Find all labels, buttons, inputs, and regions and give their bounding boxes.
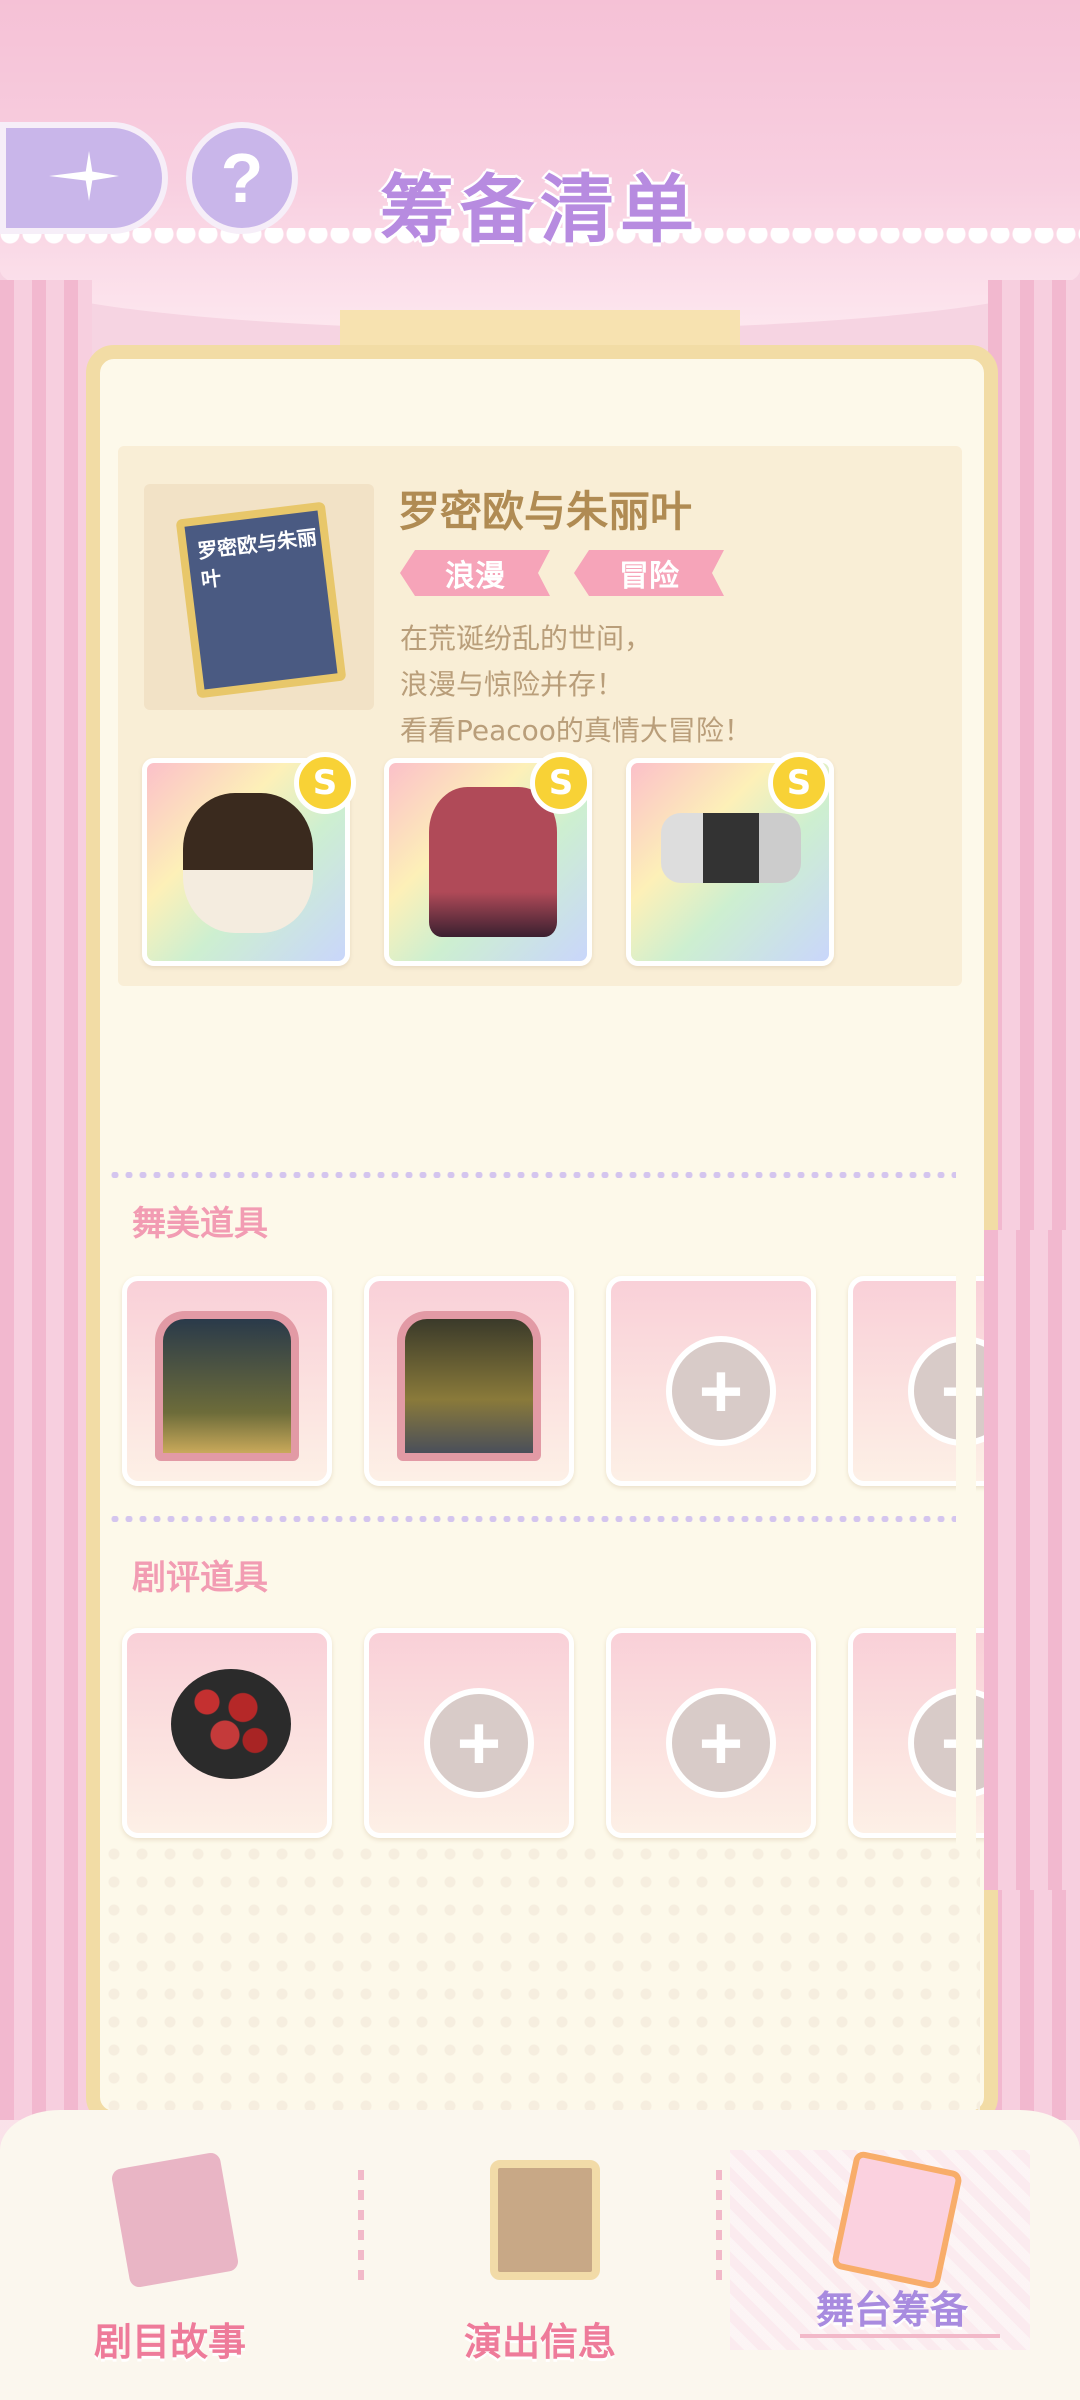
book-title: 罗密欧与朱丽叶: [196, 524, 319, 593]
tag-adventure: 冒险: [574, 550, 724, 596]
page-title: 筹备清单: [380, 167, 700, 253]
review-prop-add-slot[interactable]: +: [364, 1628, 574, 1838]
add-icon: +: [424, 1688, 534, 1798]
clipboard-icon: [830, 2149, 964, 2291]
nav-separator: [716, 2170, 722, 2290]
add-icon: +: [666, 1336, 776, 1446]
description-line: 在荒诞纷乱的世间，: [400, 622, 653, 655]
left-curtain: [0, 280, 92, 2120]
add-icon: +: [666, 1688, 776, 1798]
nav-story[interactable]: 剧目故事: [20, 2130, 320, 2390]
book-icon: 罗密欧与朱丽叶: [175, 501, 347, 699]
review-props-label: 剧评道具: [132, 1558, 268, 1598]
stage-prop-night[interactable]: [364, 1276, 574, 1486]
nav-story-label: 剧目故事: [93, 2320, 246, 2364]
corset-icon: [183, 793, 313, 933]
info-board-icon: [490, 2160, 600, 2280]
tag-romance: 浪漫: [400, 550, 550, 596]
nav-info-label: 演出信息: [463, 2320, 616, 2364]
stage-props-label: 舞美道具: [132, 1204, 268, 1244]
storybook-icon: [110, 2151, 240, 2289]
nav-performance-info[interactable]: 演出信息: [390, 2130, 690, 2390]
section-divider: [108, 1516, 956, 1522]
s-rank-badge: S: [768, 752, 830, 814]
stage-prop-garden[interactable]: [122, 1276, 332, 1486]
review-prop-add-slot[interactable]: +: [606, 1628, 816, 1838]
story-description: 在荒诞纷乱的世间， 浪漫与惊险并存！ 看看Peacoo的真情大冒险！: [400, 616, 752, 754]
panel-edge: [956, 1230, 976, 1890]
garden-stage-icon: [155, 1311, 299, 1461]
nav-separator: [358, 2170, 364, 2290]
rose-bouquet-icon: [171, 1669, 291, 1779]
night-stage-icon: [397, 1311, 541, 1461]
review-prop-bouquet[interactable]: [122, 1628, 332, 1838]
description-line: 浪漫与惊险并存！: [400, 668, 625, 701]
gauze-icon: [661, 813, 801, 883]
nav-stage-prep[interactable]: 舞台筹备: [742, 2130, 1042, 2390]
background-pattern: [100, 1840, 980, 2110]
s-rank-badge: S: [294, 752, 356, 814]
section-divider: [108, 1172, 956, 1178]
s-rank-badge: S: [530, 752, 592, 814]
story-title: 罗密欧与朱丽叶: [398, 487, 693, 536]
description-line: 看看Peacoo的真情大冒险！: [400, 714, 752, 747]
dress-icon: [429, 787, 557, 937]
nav-prep-label: 舞台筹备: [815, 2288, 968, 2332]
active-underline: [800, 2334, 1000, 2338]
right-curtain-overlay: [984, 1230, 1080, 1890]
stage-prop-add-slot[interactable]: +: [606, 1276, 816, 1486]
